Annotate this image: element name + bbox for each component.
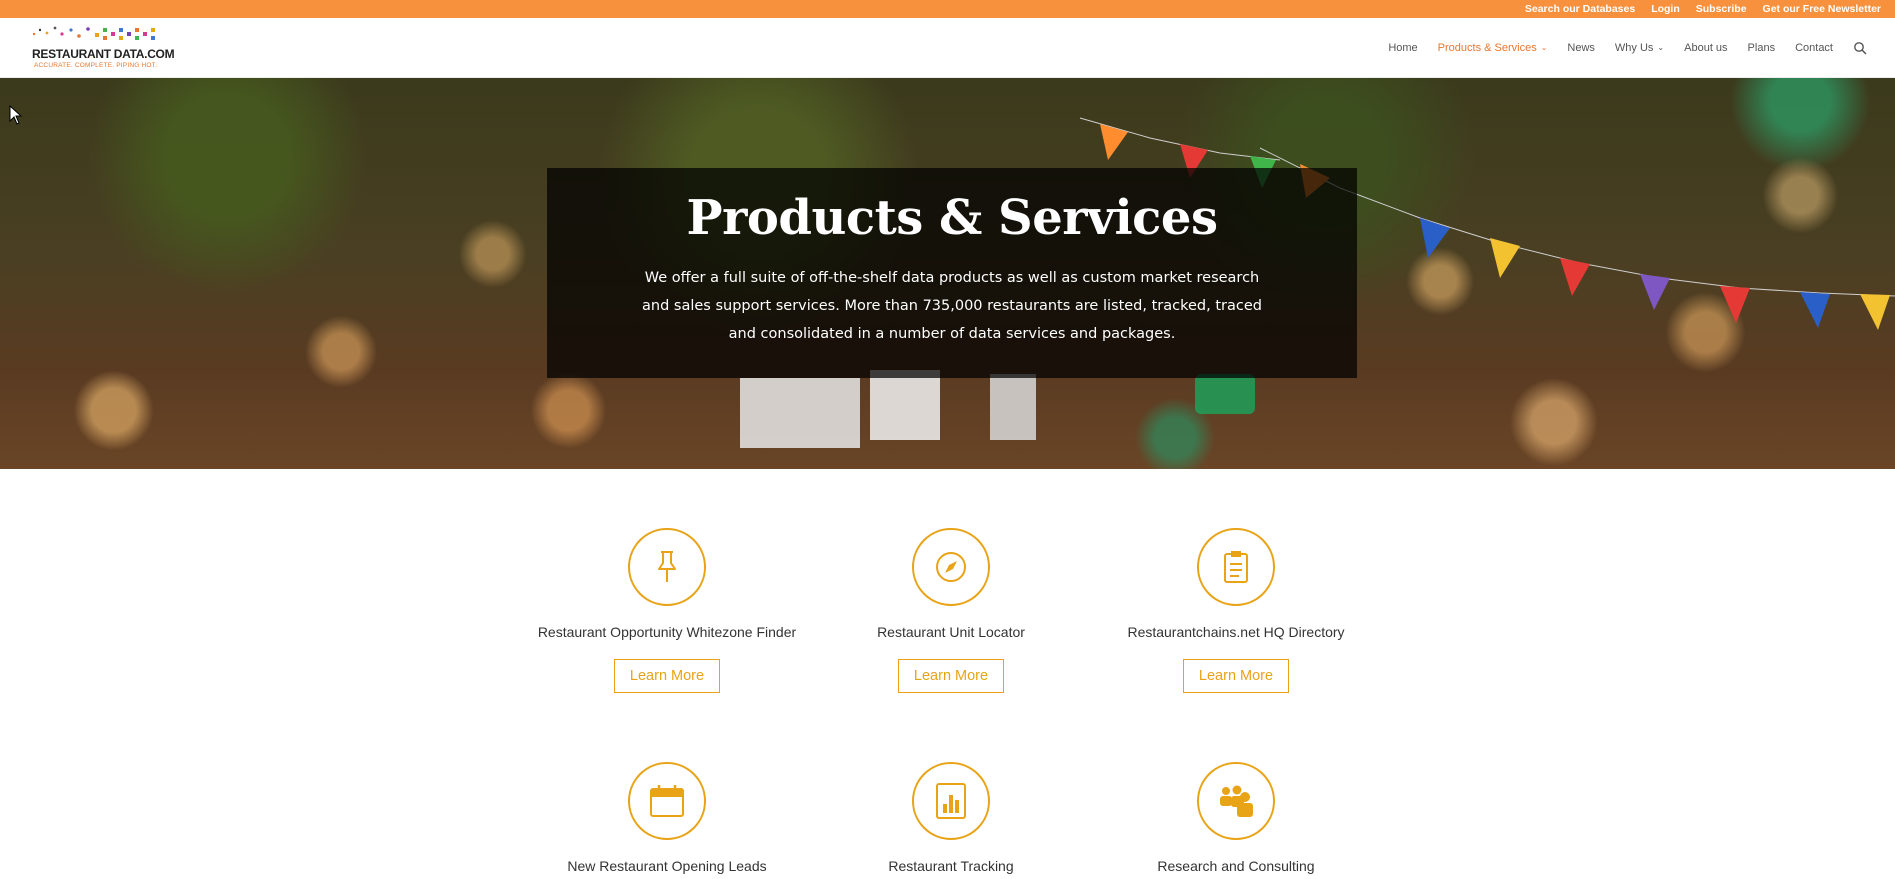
learn-more-button[interactable]: Learn More [1182, 659, 1290, 693]
nav-products-services[interactable]: Products & Services ⌄ [1438, 42, 1548, 54]
service-card: Restaurant Tracking [821, 762, 1081, 873]
nav-why-us[interactable]: Why Us ⌄ [1615, 42, 1664, 54]
subscribe-link[interactable]: Subscribe [1696, 3, 1747, 15]
learn-more-button[interactable]: Learn More [613, 659, 721, 693]
pushpin-icon [628, 528, 706, 606]
nav-home-label: Home [1388, 42, 1418, 54]
logo-name: RESTAURANT DATA.COM [32, 47, 175, 61]
logo-tagline: ACCURATE. COMPLETE. PIPING HOT. [34, 62, 158, 69]
site-header: RESTAURANT DATA.COM ACCURATE. COMPLETE. … [0, 18, 1895, 78]
newsletter-link[interactable]: Get our Free Newsletter [1763, 3, 1881, 15]
nav-news[interactable]: News [1567, 42, 1595, 54]
services-grid: Restaurant Opportunity Whitezone Finder … [0, 469, 1895, 879]
top-bar-links: Search our Databases Login Subscribe Get… [1525, 0, 1881, 18]
site-logo[interactable]: RESTAURANT DATA.COM ACCURATE. COMPLETE. … [31, 25, 175, 73]
service-title: Research and Consulting [1157, 858, 1315, 874]
service-card: Restaurant Unit Locator Learn More [821, 528, 1081, 693]
mouse-cursor-icon [9, 105, 23, 125]
login-link[interactable]: Login [1651, 3, 1680, 15]
chevron-down-icon: ⌄ [1540, 43, 1548, 52]
service-card: Restaurantchains.net HQ Directory Learn … [1106, 528, 1366, 693]
logo-dots-graphic [32, 26, 155, 40]
people-icon [1197, 762, 1275, 840]
nav-news-label: News [1567, 42, 1595, 54]
service-title: New Restaurant Opening Leads [567, 858, 767, 874]
bar-chart-icon [912, 762, 990, 840]
nav-plans-label: Plans [1747, 42, 1776, 54]
nav-about-us-label: About us [1684, 42, 1728, 54]
service-card: Restaurant Opportunity Whitezone Finder … [537, 528, 797, 693]
service-title: Restaurant Tracking [888, 858, 1014, 874]
nav-plans[interactable]: Plans [1748, 42, 1776, 54]
page-title: Products & Services [686, 190, 1218, 246]
nav-home[interactable]: Home [1388, 42, 1417, 54]
learn-more-button[interactable]: Learn More [897, 659, 1005, 693]
nav-products-services-label: Products & Services [1437, 42, 1537, 54]
compass-icon [912, 528, 990, 606]
clipboard-icon [1197, 528, 1275, 606]
hero-text-box: Products & Services We offer a full suit… [547, 168, 1357, 378]
search-databases-link[interactable]: Search our Databases [1525, 3, 1635, 15]
service-title: Restaurant Opportunity Whitezone Finder [537, 624, 797, 640]
nav-contact[interactable]: Contact [1795, 42, 1833, 54]
hero-description: We offer a full suite of off-the-shelf d… [642, 270, 1262, 342]
service-title: Restaurantchains.net HQ Directory [1127, 624, 1345, 640]
service-card: Research and Consulting [1106, 762, 1366, 873]
nav-contact-label: Contact [1795, 42, 1833, 54]
top-bar: Search our Databases Login Subscribe Get… [0, 0, 1895, 18]
nav-why-us-label: Why Us [1614, 42, 1654, 54]
hero-banner: Products & Services We offer a full suit… [0, 78, 1895, 469]
service-card: New Restaurant Opening Leads [537, 762, 797, 873]
chevron-down-icon: ⌄ [1657, 43, 1665, 52]
main-nav: Home Products & Services ⌄ News Why Us ⌄ A… [1388, 18, 1867, 78]
service-title: Restaurant Unit Locator [877, 624, 1025, 640]
nav-about-us[interactable]: About us [1684, 42, 1727, 54]
search-icon[interactable] [1853, 41, 1867, 55]
calendar-icon [628, 762, 706, 840]
